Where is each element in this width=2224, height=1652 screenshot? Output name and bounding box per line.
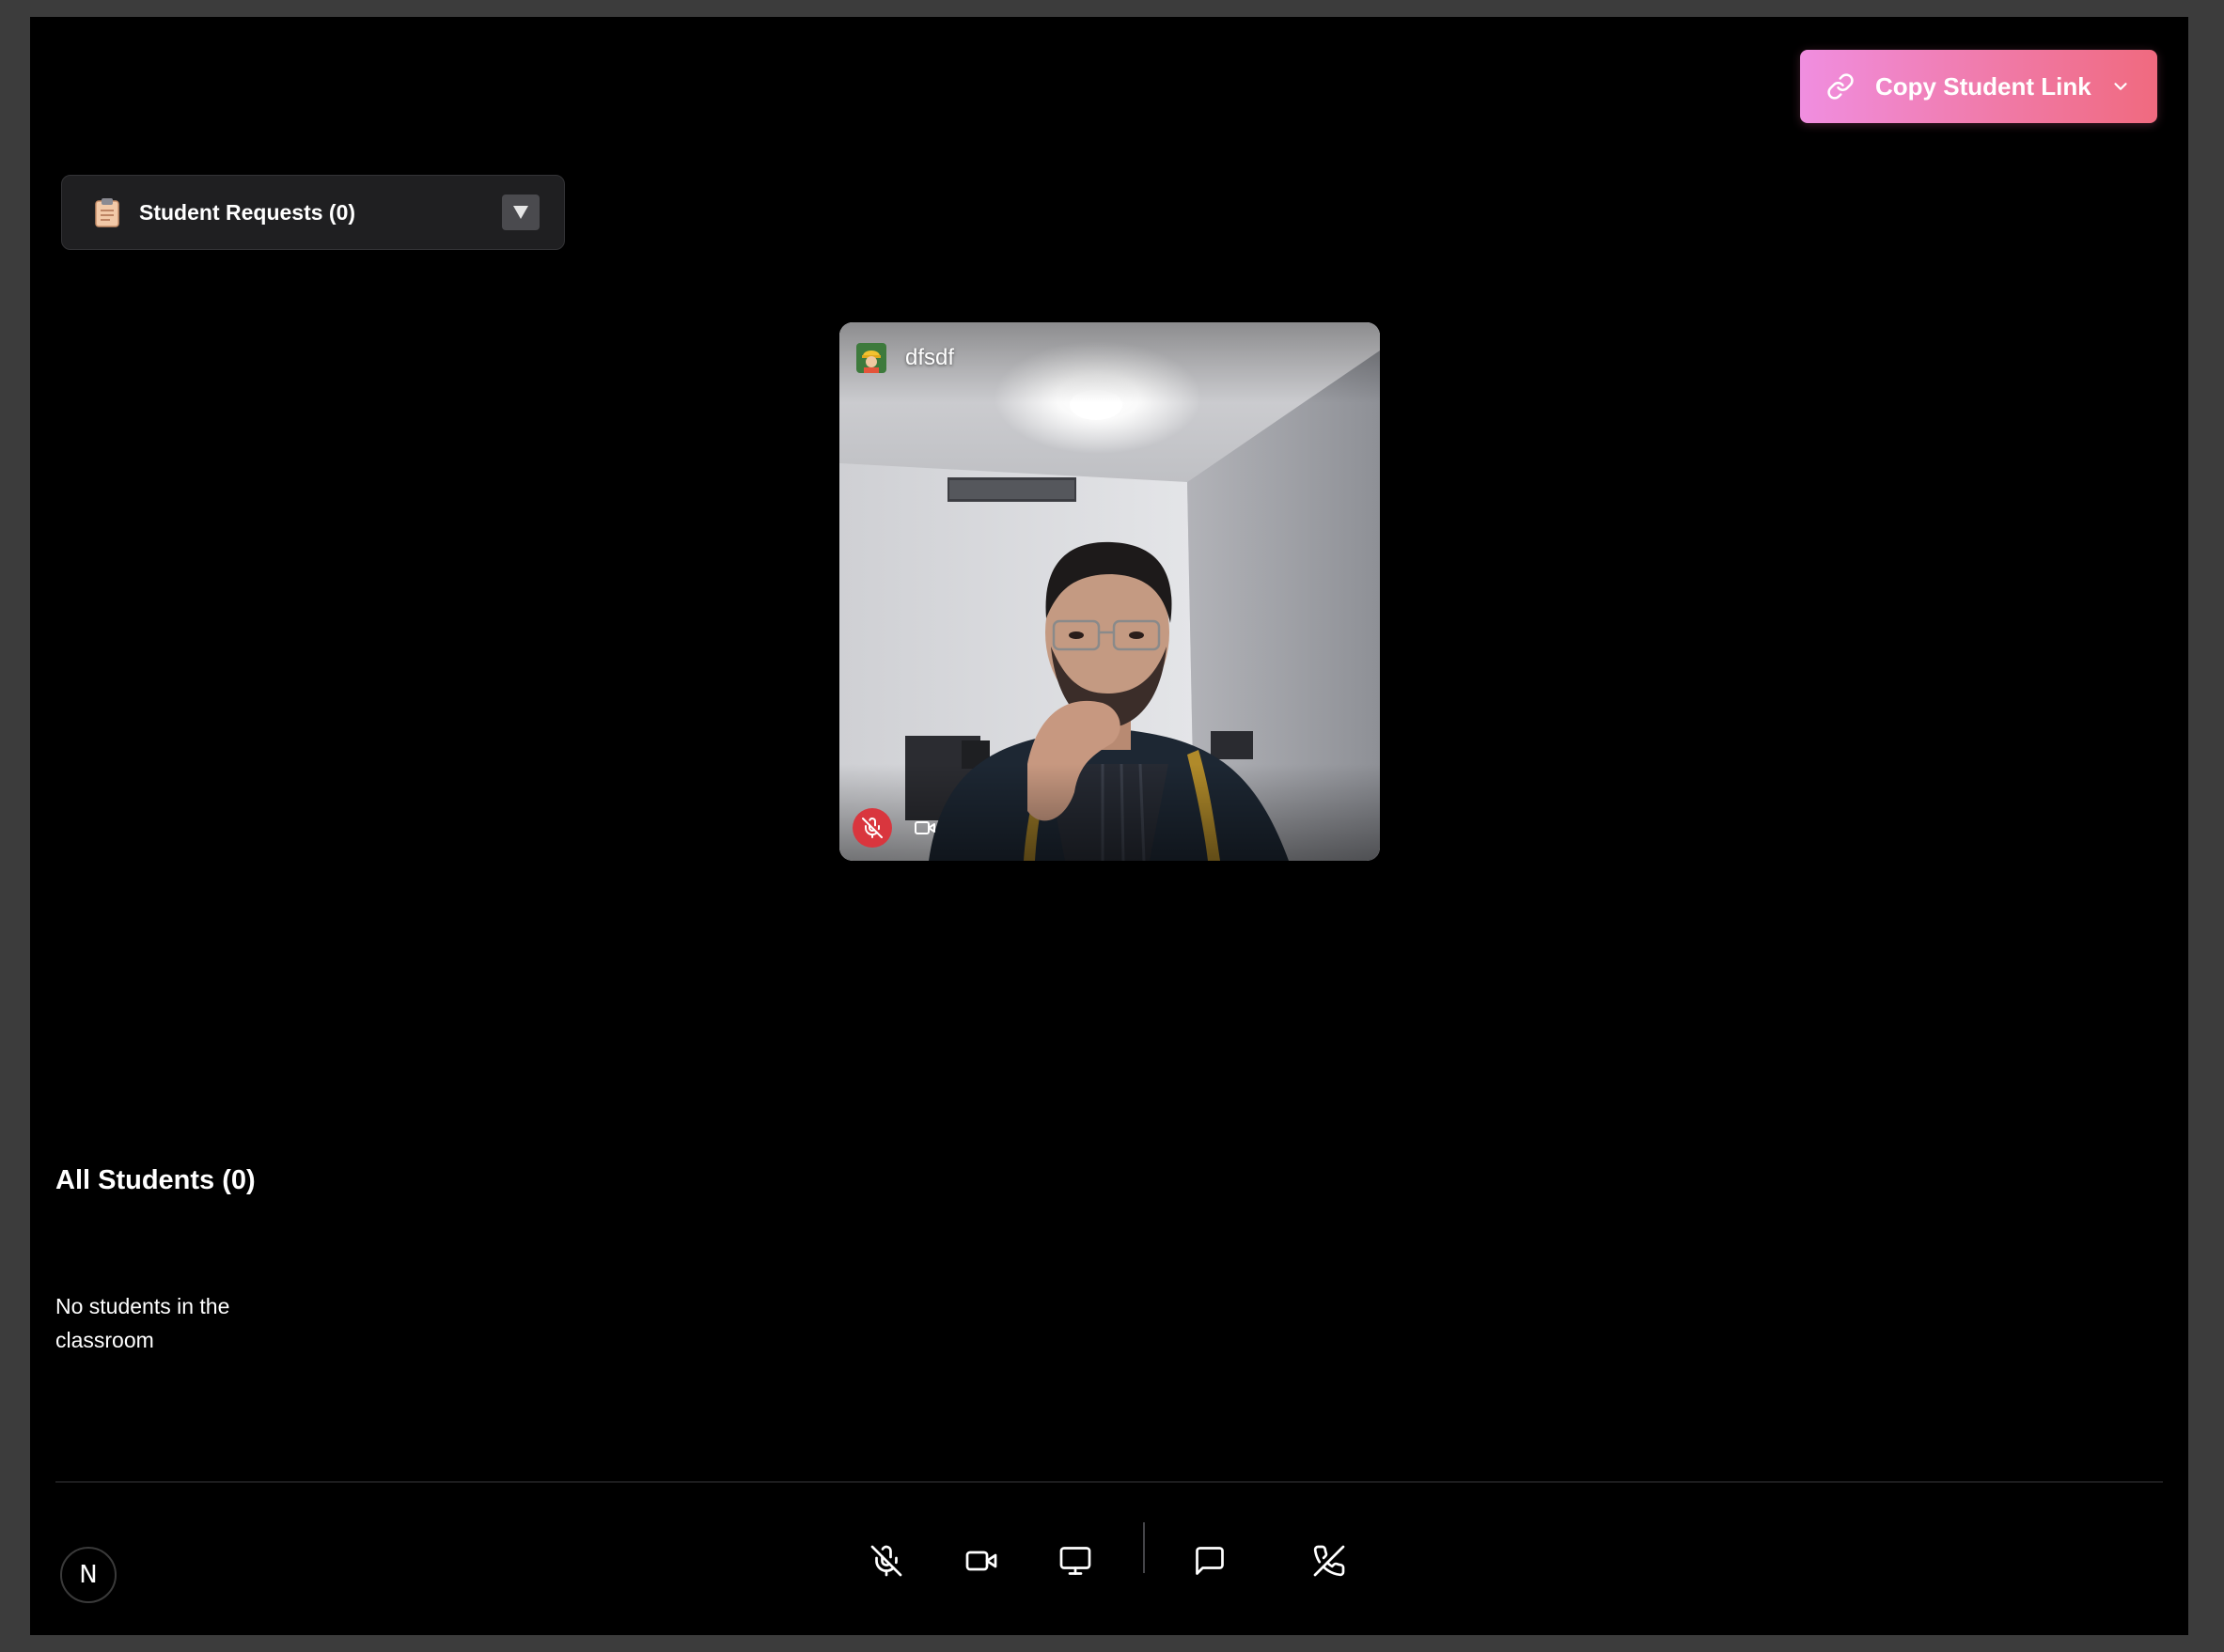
video-icon — [965, 1551, 997, 1571]
tile-controls — [853, 808, 937, 848]
triangle-down-icon — [513, 206, 528, 219]
construction-worker-emoji-icon — [856, 343, 886, 373]
classroom-app: Copy Student Link Student Requests (0) d… — [30, 17, 2188, 1635]
participant-video-tile[interactable]: dfsdf — [839, 322, 1380, 861]
student-requests-label: Student Requests (0) — [139, 199, 356, 225]
video-feed — [839, 322, 1380, 861]
clipboard-icon — [95, 198, 119, 227]
share-screen-button[interactable] — [1052, 1537, 1099, 1584]
chevron-down-icon[interactable] — [2110, 76, 2131, 97]
mic-off-icon — [862, 818, 883, 838]
participant-name: dfsdf — [905, 345, 955, 370]
requests-toggle-button[interactable] — [502, 195, 540, 230]
all-students-heading: All Students (0) — [55, 1165, 256, 1195]
mute-mic-button[interactable] — [863, 1537, 910, 1584]
tile-mic-muted-indicator — [853, 808, 892, 848]
empty-students-message: No students in the classroom — [55, 1294, 230, 1352]
mic-off-icon — [870, 1545, 902, 1577]
monitor-icon — [1059, 1547, 1091, 1575]
camera-button[interactable] — [958, 1537, 1005, 1584]
chat-button[interactable] — [1186, 1537, 1233, 1584]
copy-link-label: Copy Student Link — [1875, 71, 2091, 101]
participant-name-tag: dfsdf — [856, 343, 954, 373]
link-icon — [1827, 73, 1854, 100]
phone-off-icon — [1313, 1545, 1345, 1577]
message-icon — [1196, 1547, 1224, 1575]
student-requests-panel[interactable]: Student Requests (0) — [61, 175, 565, 250]
copy-student-link-button[interactable]: Copy Student Link — [1800, 50, 2157, 123]
video-icon — [915, 821, 935, 834]
end-call-button[interactable] — [1306, 1537, 1353, 1584]
user-initial-badge[interactable]: N — [60, 1547, 117, 1603]
toolbar-divider — [55, 1481, 2163, 1483]
tile-camera-indicator — [913, 816, 937, 840]
toolbar-separator — [1143, 1522, 1145, 1573]
